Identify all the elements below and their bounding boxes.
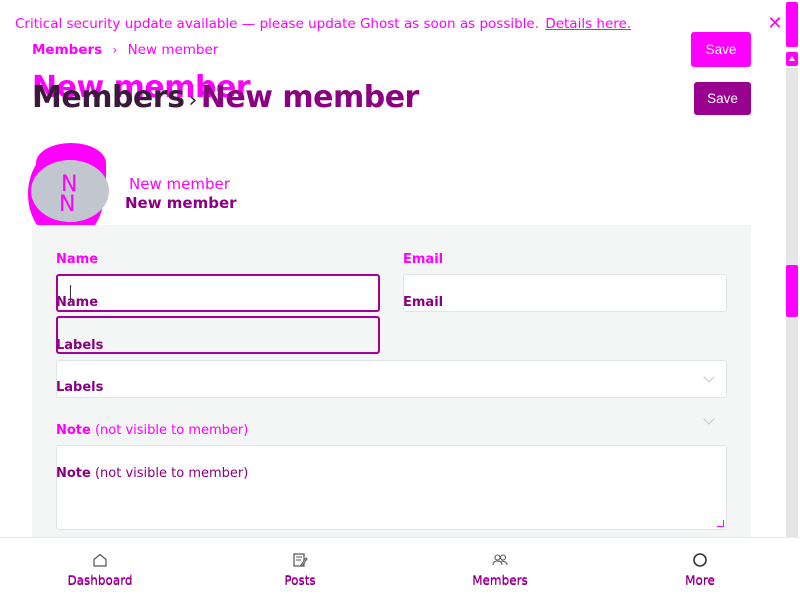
members-icon: [492, 554, 508, 566]
scrollbar[interactable]: [783, 0, 800, 540]
save-button-overlay[interactable]: Save: [691, 32, 751, 67]
name-label-overlay: Name: [56, 252, 99, 267]
member-editor-page: Critical security update available — ple…: [0, 0, 800, 600]
labels-label: Labels: [56, 380, 104, 395]
chevron-down-icon: [703, 371, 715, 383]
banner-text: Critical security update available — ple…: [15, 16, 631, 32]
breadcrumb-separator-icon: ›: [112, 43, 118, 57]
name-input[interactable]: [56, 274, 380, 312]
page-title-parent[interactable]: Members: [32, 80, 185, 115]
page-title: Members › New member: [32, 80, 419, 115]
name-label: Name: [56, 295, 99, 310]
email-label-overlay: Email: [403, 252, 444, 267]
note-label-overlay-text: Note: [56, 423, 91, 438]
nav-item-members[interactable]: Members Members: [450, 538, 550, 600]
nav-label-more: More: [685, 574, 715, 588]
scroll-up-arrow-icon[interactable]: [786, 52, 798, 66]
nav-item-dashboard[interactable]: Dashboard Dashboard: [50, 538, 150, 600]
save-button[interactable]: Save: [694, 82, 751, 115]
nav-item-more[interactable]: More More: [650, 538, 750, 600]
breadcrumb-members-link[interactable]: Members: [32, 42, 102, 58]
labels-input-overlay[interactable]: [56, 316, 380, 354]
scrollbar-thumb[interactable]: [786, 265, 798, 317]
labels-select[interactable]: [56, 360, 727, 398]
breadcrumb: Members › New member: [32, 42, 218, 58]
bottom-nav: Dashboard Dashboard Posts Posts Members …: [0, 537, 800, 600]
note-hint-overlay: (not visible to member): [94, 423, 249, 438]
note-label: Note (not visible to member): [56, 466, 248, 481]
note-textarea[interactable]: [56, 445, 727, 530]
email-input[interactable]: [403, 274, 727, 312]
note-label-overlay: Note (not visible to member): [56, 423, 248, 438]
scrollbar-top-block: [786, 2, 798, 47]
page-title-current: New member: [200, 80, 420, 115]
avatar-initial: N: [59, 192, 76, 217]
nav-label-dashboard: Dashboard: [67, 574, 133, 588]
member-name: New member: [125, 194, 237, 212]
note-label-text: Note: [56, 466, 91, 481]
banner-details-link[interactable]: Details here.: [545, 16, 631, 32]
email-label: Email: [403, 295, 444, 310]
title-separator-icon: ›: [188, 88, 197, 113]
breadcrumb-current: New member: [127, 42, 219, 58]
home-icon: [93, 553, 107, 567]
security-banner: Critical security update available — ple…: [0, 0, 800, 44]
banner-message: Critical security update available — ple…: [15, 16, 540, 32]
close-icon[interactable]: ✕: [765, 14, 785, 34]
nav-item-posts[interactable]: Posts Posts: [250, 538, 350, 600]
edit-icon: [293, 553, 308, 567]
labels-label-overlay: Labels: [56, 338, 104, 353]
member-name-overlay: New member: [129, 175, 230, 193]
more-circle-icon: [693, 553, 707, 567]
resize-handle-icon[interactable]: [717, 520, 724, 527]
nav-label-members: Members: [472, 574, 528, 588]
nav-label-posts: Posts: [284, 574, 316, 588]
note-hint: (not visible to member): [94, 466, 249, 481]
